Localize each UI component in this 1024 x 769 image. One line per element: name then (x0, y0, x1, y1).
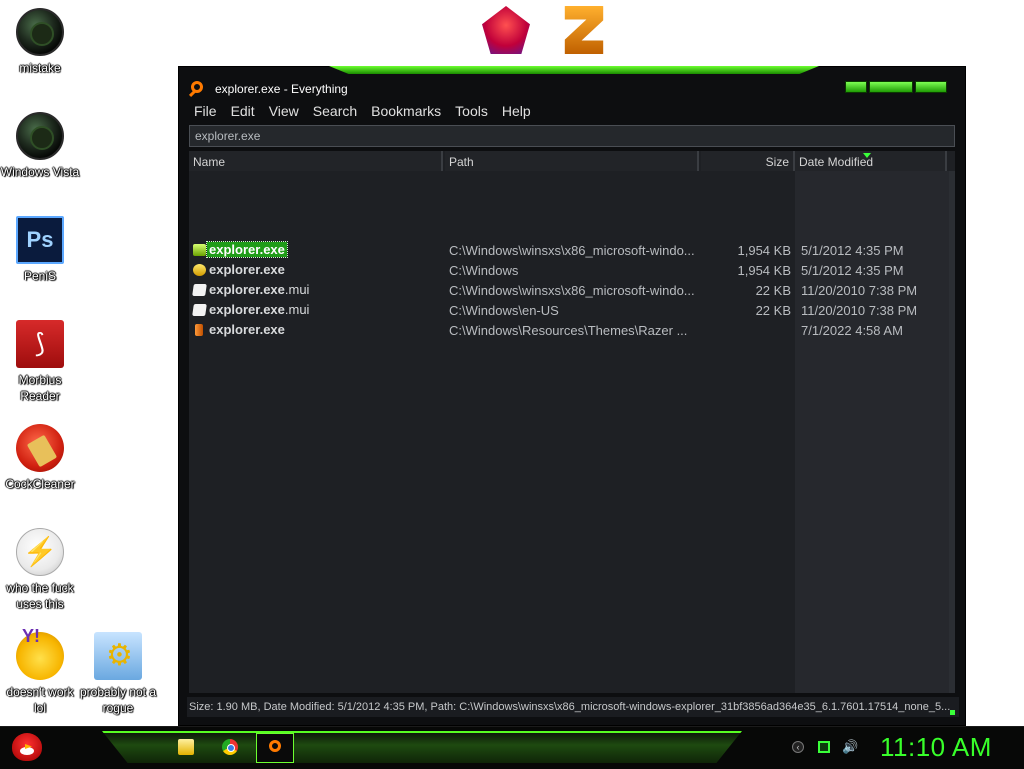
search-input[interactable] (189, 125, 955, 147)
menu-help[interactable]: Help (495, 101, 538, 121)
row-date: 11/20/2010 7:38 PM (801, 303, 918, 318)
photoshop-icon: Ps (16, 216, 64, 264)
row-name: explorer.exe (209, 262, 285, 277)
row-size: 1,954 KB (737, 263, 792, 278)
desktop-icon-penis[interactable]: Ps PeniS (0, 216, 80, 284)
razer-orb-icon (16, 8, 64, 56)
desktop-icon-windows-vista[interactable]: Windows Vista (0, 112, 80, 180)
volume-icon[interactable]: 🔊 (842, 740, 858, 753)
desktop-icon-label: Windows Vista (0, 165, 80, 179)
results-list: Name Path Size Date Modified explorer.ex… (189, 151, 955, 693)
desktop-icon-label: Morbius Reader (18, 373, 62, 403)
menu-bar: File Edit View Search Bookmarks Tools He… (187, 101, 957, 121)
desktop-icon-mistake[interactable]: mistake (0, 8, 80, 76)
document-icon (192, 304, 207, 316)
desktop-icon-label: PeniS (23, 269, 57, 283)
razer-orb-icon (16, 112, 64, 160)
gears-icon (94, 632, 142, 680)
minimize-button[interactable] (845, 81, 867, 93)
column-header-date-label: Date Modified (799, 155, 874, 169)
bejeweled-icon (482, 6, 530, 54)
close-button[interactable] (915, 81, 947, 93)
green-exe-icon (193, 244, 206, 256)
tray-chevron-icon[interactable]: ‹ (792, 741, 804, 753)
angry-bird-start-icon (12, 733, 42, 761)
search-app-icon (269, 740, 281, 752)
table-row[interactable]: explorer.exe.mui C:\Windows\winsxs\x86_m… (189, 280, 955, 300)
sort-indicator-icon (863, 153, 871, 158)
row-date: 5/1/2012 4:35 PM (801, 263, 904, 278)
row-size: 22 KB (755, 283, 791, 298)
document-icon (192, 284, 207, 296)
column-header-size[interactable]: Size (701, 151, 795, 171)
desktop-icon-label: CockCleaner (5, 477, 75, 491)
resize-grip-icon[interactable] (950, 710, 955, 715)
menu-edit[interactable]: Edit (224, 101, 262, 121)
table-row[interactable]: explorer.exe C:\Windows\winsxs\x86_micro… (189, 240, 955, 260)
taskbar-glow (102, 731, 742, 763)
start-button[interactable] (8, 729, 48, 767)
row-path: C:\Windows\en-US (449, 303, 559, 318)
desktop-icon-label: who the fuck uses this (6, 581, 74, 611)
desktop-icon-bejeweled[interactable] (466, 6, 546, 58)
desktop-icon-label: probably not a rogue (79, 685, 157, 715)
menu-bookmarks[interactable]: Bookmarks (364, 101, 448, 121)
everything-window: explorer.exe - Everything File Edit View… (178, 66, 966, 726)
row-name: explorer.exe.mui (209, 302, 310, 317)
desktop-icon-morbius-reader[interactable]: Morbius Reader (0, 320, 80, 404)
pdf-reader-icon (16, 320, 64, 368)
taskbar: ‹ 🔊 11:10 AM (0, 726, 1024, 769)
theme-exe-icon (195, 324, 203, 336)
desktop-icon-label: doesn't work lol (6, 685, 74, 715)
vertical-scrollbar[interactable] (949, 171, 955, 693)
table-row[interactable]: explorer.exe C:\Windows\Resources\Themes… (189, 320, 955, 340)
row-path: C:\Windows (449, 263, 519, 278)
network-icon[interactable] (818, 741, 830, 753)
ccleaner-icon (16, 424, 64, 472)
yellow-exe-icon (193, 264, 206, 276)
desktop-icon-cockcleaner[interactable]: CockCleaner (0, 424, 80, 492)
search-app-icon (191, 81, 203, 93)
column-header-name[interactable]: Name (189, 151, 443, 171)
row-size: 22 KB (755, 303, 791, 318)
table-row[interactable]: explorer.exe C:\Windows 1,954 KB 5/1/201… (189, 260, 955, 280)
table-row[interactable]: explorer.exe.mui C:\Windows\en-US 22 KB … (189, 300, 955, 320)
zuma-icon (564, 6, 604, 54)
maximize-button[interactable] (869, 81, 913, 93)
yahoo-messenger-icon (16, 626, 64, 680)
window-title: explorer.exe - Everything (215, 82, 348, 96)
status-bar: Size: 1.90 MB, Date Modified: 5/1/2012 4… (187, 697, 959, 717)
chrome-icon[interactable] (222, 739, 238, 755)
desktop-icon-probably-not-a-rogue[interactable]: probably not a rogue (78, 632, 158, 716)
row-name: explorer.exe.mui (209, 282, 310, 297)
title-bar[interactable]: explorer.exe - Everything (179, 75, 965, 103)
desktop-icon-who-uses-this[interactable]: ⚡ who the fuck uses this (0, 528, 80, 612)
column-header-path[interactable]: Path (445, 151, 699, 171)
row-size: 1,954 KB (737, 243, 792, 258)
row-path: C:\Windows\Resources\Themes\Razer ... (449, 323, 688, 338)
menu-view[interactable]: View (262, 101, 306, 121)
window-top-glow (329, 66, 819, 74)
row-date: 11/20/2010 7:38 PM (801, 283, 918, 298)
row-path: C:\Windows\winsxs\x86_microsoft-windo... (449, 243, 695, 258)
everything-taskbar-button[interactable] (256, 733, 294, 763)
row-path: C:\Windows\winsxs\x86_microsoft-windo... (449, 283, 695, 298)
desktop-icon-doesnt-work[interactable]: doesn't work lol (0, 626, 80, 716)
window-controls (845, 81, 947, 93)
lightning-icon: ⚡ (16, 528, 64, 576)
desktop-icon-label: mistake (19, 61, 61, 75)
row-date: 5/1/2012 4:35 PM (801, 243, 904, 258)
menu-file[interactable]: File (187, 101, 224, 121)
column-header-date-modified[interactable]: Date Modified (795, 151, 947, 171)
row-date: 7/1/2022 4:58 AM (801, 323, 903, 338)
taskbar-clock[interactable]: 11:10 AM (880, 732, 992, 763)
desktop-icon-zuma[interactable] (544, 6, 624, 58)
menu-tools[interactable]: Tools (448, 101, 495, 121)
explorer-folder-icon[interactable] (178, 739, 194, 755)
row-name: explorer.exe (206, 241, 288, 258)
row-name: explorer.exe (209, 322, 285, 337)
menu-search[interactable]: Search (306, 101, 364, 121)
